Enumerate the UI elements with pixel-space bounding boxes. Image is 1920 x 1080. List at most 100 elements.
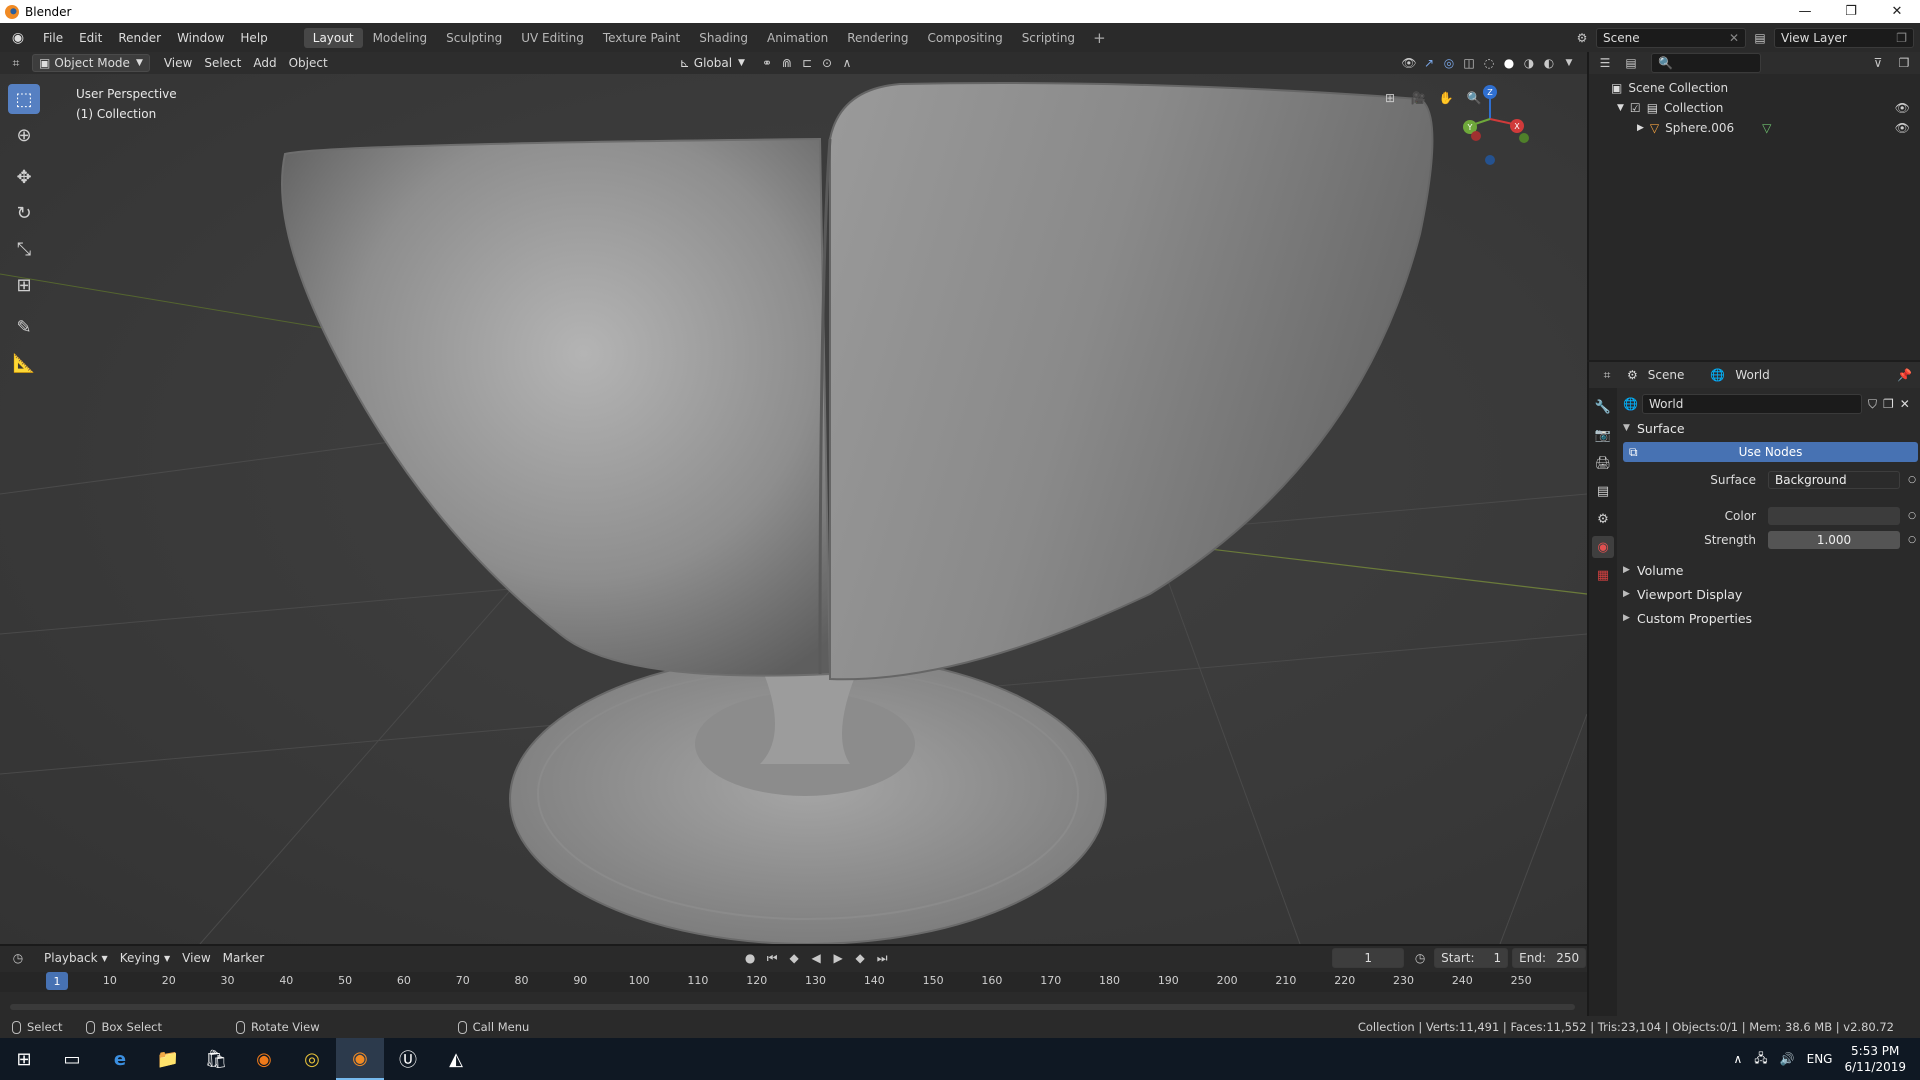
jump-keyframe-back-icon[interactable]: ◆ [784,948,804,968]
material-shading-icon[interactable]: ◑ [1519,53,1539,73]
socket-icon[interactable]: ○ [1908,511,1916,521]
volume-panel-header[interactable]: ▶ Volume [1623,558,1918,582]
network-icon[interactable]: 🖧 [1754,1049,1767,1070]
scene-selector-icon[interactable]: ⚙ [1572,28,1592,48]
scene-tab-icon[interactable]: ⚙ [1592,508,1614,530]
menu-render[interactable]: Render [110,31,169,45]
unreal-engine-icon[interactable]: Ⓤ [384,1038,432,1080]
eye-icon[interactable]: 👁 [1895,101,1910,115]
store-icon[interactable]: 🛍 [192,1038,240,1080]
navigation-gizmo[interactable]: Z X Y [1417,84,1567,174]
viewport-menu-object[interactable]: Object [283,54,334,72]
chair-model[interactable] [281,82,1434,944]
surface-panel-header[interactable]: ▼ Surface [1623,416,1918,440]
rendered-shading-icon[interactable]: ◐ [1539,53,1559,73]
tab-modeling[interactable]: Modeling [364,28,437,48]
snap-icon[interactable]: ⋒ [777,53,797,73]
visibility-icon[interactable]: 👁 [1399,53,1419,73]
gizmo-toggle-icon[interactable]: ↗ [1419,53,1439,73]
filter-icon[interactable]: ⊽ [1868,53,1888,73]
end-frame-field[interactable]: End: 250 [1512,948,1587,968]
proportional-edit-icon[interactable]: ⊙ [817,53,837,73]
menu-edit[interactable]: Edit [71,31,110,45]
preview-range-icon[interactable]: ◷ [1410,948,1430,968]
custom-properties-panel-header[interactable]: ▶ Custom Properties [1623,606,1918,630]
tab-texture-paint[interactable]: Texture Paint [594,28,689,48]
outliner-item-collection[interactable]: ▼ ☑ ▤ Collection 👁 [1589,98,1920,118]
breadcrumb-scene[interactable]: Scene [1648,368,1685,382]
wireframe-shading-icon[interactable]: ◌ [1479,53,1499,73]
texture-tab-icon[interactable]: ▦ [1592,564,1614,586]
file-explorer-icon[interactable]: 📁 [144,1038,192,1080]
clock[interactable]: 5:53 PM 6/11/2019 [1844,1043,1906,1075]
tab-sculpting[interactable]: Sculpting [437,28,511,48]
jump-keyframe-forward-icon[interactable]: ◆ [850,948,870,968]
measure-tool-icon[interactable]: 📐 [8,348,40,378]
close-button[interactable]: ✕ [1874,0,1920,23]
outliner-search-input[interactable]: 🔍 [1651,53,1761,73]
firefox-icon[interactable]: ◉ [240,1038,288,1080]
jump-start-icon[interactable]: ⏮ [762,948,782,968]
tray-overflow-icon[interactable]: ∧ [1733,1052,1742,1066]
minimize-button[interactable]: — [1782,0,1828,23]
transform-tool-icon[interactable]: ⊞ [8,270,40,300]
tab-scripting[interactable]: Scripting [1013,28,1084,48]
checkbox-icon[interactable]: ☑ [1630,101,1641,115]
3d-viewport[interactable]: ⬚ ⊕ ✥ ↻ ⤡ ⊞ ✎ 📐 User Perspective (1) Col… [0,74,1587,944]
color-swatch[interactable] [1768,507,1900,525]
new-collection-icon[interactable]: ❐ [1894,53,1914,73]
viewport-menu-select[interactable]: Select [198,54,247,72]
render-tab-icon[interactable]: 📷 [1592,424,1614,446]
record-icon[interactable]: ● [740,948,760,968]
shading-options-icon[interactable]: ▼ [1559,53,1579,73]
timeline-editor-icon[interactable]: ◷ [8,948,28,968]
add-workspace-button[interactable]: + [1085,29,1114,47]
view-layer-tab-icon[interactable]: ▤ [1592,480,1614,502]
scene-field[interactable]: Scene ✕ [1596,27,1746,48]
timeline-menu-playback[interactable]: Playback ▼ [38,949,114,967]
expand-arrow-icon[interactable]: ▼ [1617,103,1624,113]
tab-layout[interactable]: Layout [303,27,363,48]
annotate-tool-icon[interactable]: ✎ [8,312,40,342]
edge-browser-icon[interactable]: e [96,1038,144,1080]
strength-field[interactable]: 1.000 [1768,531,1900,549]
outliner-editor-icon[interactable]: ☰ [1595,53,1615,73]
object-mode-dropdown[interactable]: ▣ Object Mode ▼ [32,54,150,72]
task-view-icon[interactable]: ▭ [48,1038,96,1080]
menu-window[interactable]: Window [169,31,232,45]
xray-icon[interactable]: ◫ [1459,53,1479,73]
tab-compositing[interactable]: Compositing [918,28,1011,48]
tool-tab-icon[interactable]: 🔧 [1592,396,1614,418]
world-tab-icon[interactable]: ◉ [1592,536,1614,558]
maximize-button[interactable]: ❐ [1828,0,1874,23]
tab-shading[interactable]: Shading [690,28,757,48]
world-browse-icon[interactable]: 🌐 [1623,397,1638,411]
volume-icon[interactable]: 🔊 [1780,1052,1795,1066]
display-mode-icon[interactable]: ▤ [1621,53,1641,73]
new-world-icon[interactable]: ❐ [1883,397,1894,411]
socket-icon[interactable]: ○ [1908,475,1916,485]
mesh-data-icon[interactable]: ▽ [1762,121,1771,135]
start-frame-field[interactable]: Start: 1 [1434,948,1509,968]
menu-help[interactable]: Help [232,31,275,45]
timeline-menu-marker[interactable]: Marker [217,949,270,967]
tab-animation[interactable]: Animation [758,28,837,48]
unlink-world-icon[interactable]: ✕ [1900,397,1910,411]
language-indicator[interactable]: ENG [1807,1052,1833,1066]
solid-shading-icon[interactable]: ● [1499,53,1519,73]
transform-orientation-dropdown[interactable]: ⊾ Global ▼ [674,54,751,72]
overlay-toggle-icon[interactable]: ◎ [1439,53,1459,73]
current-frame-field[interactable]: 1 [1332,948,1405,968]
socket-icon[interactable]: ○ [1908,535,1916,545]
eye-icon[interactable]: 👁 [1895,121,1910,135]
unity-icon[interactable]: ◭ [432,1038,480,1080]
outliner-item-scene-collection[interactable]: ▣ Scene Collection [1589,78,1920,98]
chrome-icon[interactable]: ◎ [288,1038,336,1080]
pivot-point-icon[interactable]: ⚭ [757,53,777,73]
tab-uv-editing[interactable]: UV Editing [512,28,593,48]
viewport-menu-view[interactable]: View [158,54,198,72]
move-tool-icon[interactable]: ✥ [8,162,40,192]
snap-target-icon[interactable]: ⊏ [797,53,817,73]
world-name-field[interactable]: World [1641,394,1862,414]
pin-icon[interactable]: 📌 [1897,368,1912,382]
